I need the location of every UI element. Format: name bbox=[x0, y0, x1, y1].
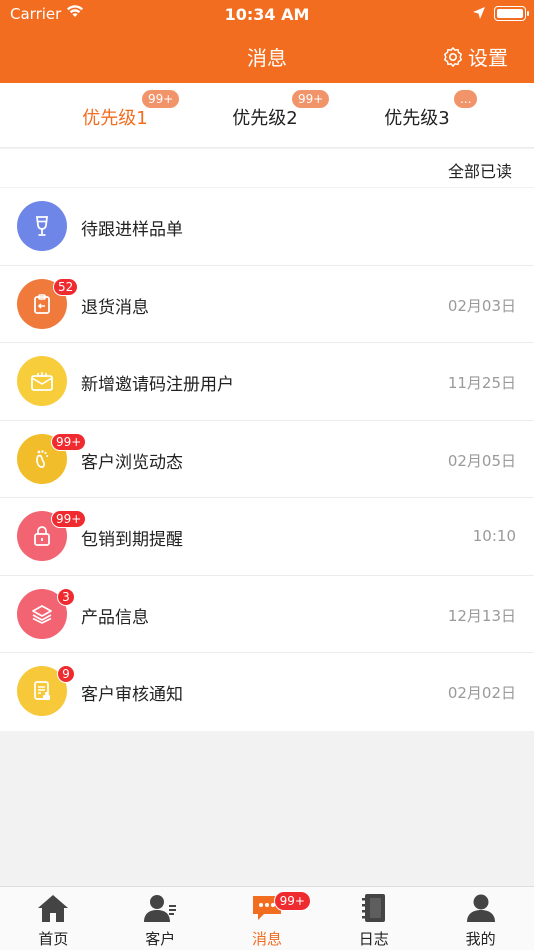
list-item[interactable]: 待跟进样品单 bbox=[0, 188, 534, 266]
tab-badge: 99+ bbox=[292, 90, 330, 108]
message-title: 客户浏览动态 bbox=[81, 452, 183, 473]
list-item[interactable]: 9 客户审核通知 02月02日 bbox=[0, 653, 534, 731]
mark-all-read-button[interactable]: 全部已读 bbox=[448, 158, 512, 182]
tab-label: 消息 bbox=[251, 930, 282, 948]
message-date: 02月03日 bbox=[447, 296, 516, 315]
profile-icon bbox=[465, 893, 497, 927]
priority-tabs: 优先级1 99+ 优先级2 99+ 优先级3 ... bbox=[0, 83, 534, 148]
tab-badge: 99+ bbox=[142, 90, 180, 108]
message-title: 新增邀请码注册用户 bbox=[81, 375, 234, 395]
tab-customer[interactable]: 客户 bbox=[107, 887, 214, 950]
tab-label: 优先级3 bbox=[384, 108, 450, 129]
list-item[interactable]: 52 退货消息 02月03日 bbox=[0, 266, 534, 343]
tab-badge: 99+ bbox=[273, 891, 311, 911]
message-list: 待跟进样品单 52 退货消息 02月03日 新增邀请码注册用户 11月25日 9… bbox=[0, 188, 534, 731]
notebook-icon bbox=[359, 893, 389, 927]
message-title: 退货消息 bbox=[81, 297, 149, 318]
message-date: 12月13日 bbox=[447, 606, 516, 625]
tab-home[interactable]: 首页 bbox=[0, 887, 107, 950]
list-item[interactable]: 99+ 包销到期提醒 10:10 bbox=[0, 498, 534, 576]
message-title: 包销到期提醒 bbox=[81, 530, 183, 550]
tab-label: 客户 bbox=[145, 930, 176, 948]
tab-log[interactable]: 日志 bbox=[320, 887, 427, 950]
message-date: 11月25日 bbox=[447, 374, 516, 392]
message-date: 02月05日 bbox=[447, 451, 516, 470]
read-all-bar: 全部已读 bbox=[0, 149, 534, 187]
settings-label: 设置 bbox=[468, 46, 508, 70]
list-item[interactable]: 3 产品信息 12月13日 bbox=[0, 576, 534, 653]
list-item[interactable]: 新增邀请码注册用户 11月25日 bbox=[0, 343, 534, 421]
envelope-icon bbox=[17, 356, 67, 406]
message-title: 客户审核通知 bbox=[81, 685, 183, 705]
tab-label: 首页 bbox=[38, 930, 69, 948]
customer-icon bbox=[143, 893, 177, 927]
settings-button[interactable]: 设置 bbox=[442, 42, 508, 71]
tab-label: 我的 bbox=[465, 930, 496, 948]
home-icon bbox=[37, 893, 69, 927]
message-title: 产品信息 bbox=[81, 607, 149, 628]
tab-profile[interactable]: 我的 bbox=[427, 887, 534, 950]
unread-badge: 52 bbox=[53, 277, 79, 296]
header: Carrier 10:34 AM 消息 设置 bbox=[0, 0, 534, 83]
status-bar: Carrier 10:34 AM bbox=[0, 0, 534, 28]
gear-icon bbox=[444, 46, 462, 67]
tab-messages[interactable]: 99+ 消息 bbox=[214, 887, 321, 950]
message-title: 待跟进样品单 bbox=[81, 220, 183, 240]
message-date: 10:10 bbox=[472, 527, 516, 545]
tab-priority-3[interactable]: 优先级3 ... bbox=[328, 83, 506, 148]
unread-badge: 9 bbox=[57, 665, 75, 683]
tab-badge: ... bbox=[454, 90, 478, 108]
wine-glass-icon bbox=[17, 201, 67, 251]
tab-label: 日志 bbox=[358, 930, 389, 948]
list-item[interactable]: 99+ 客户浏览动态 02月05日 bbox=[0, 421, 534, 498]
bottom-tab-bar: 首页 客户 99+ 消息 日志 我的 bbox=[0, 886, 534, 950]
clock: 10:34 AM bbox=[224, 5, 310, 24]
unread-badge: 3 bbox=[57, 587, 75, 606]
location-arrow-icon bbox=[472, 6, 486, 24]
battery-icon bbox=[494, 6, 529, 21]
message-date: 02月02日 bbox=[447, 684, 516, 702]
nav-bar: 消息 设置 bbox=[0, 30, 534, 80]
